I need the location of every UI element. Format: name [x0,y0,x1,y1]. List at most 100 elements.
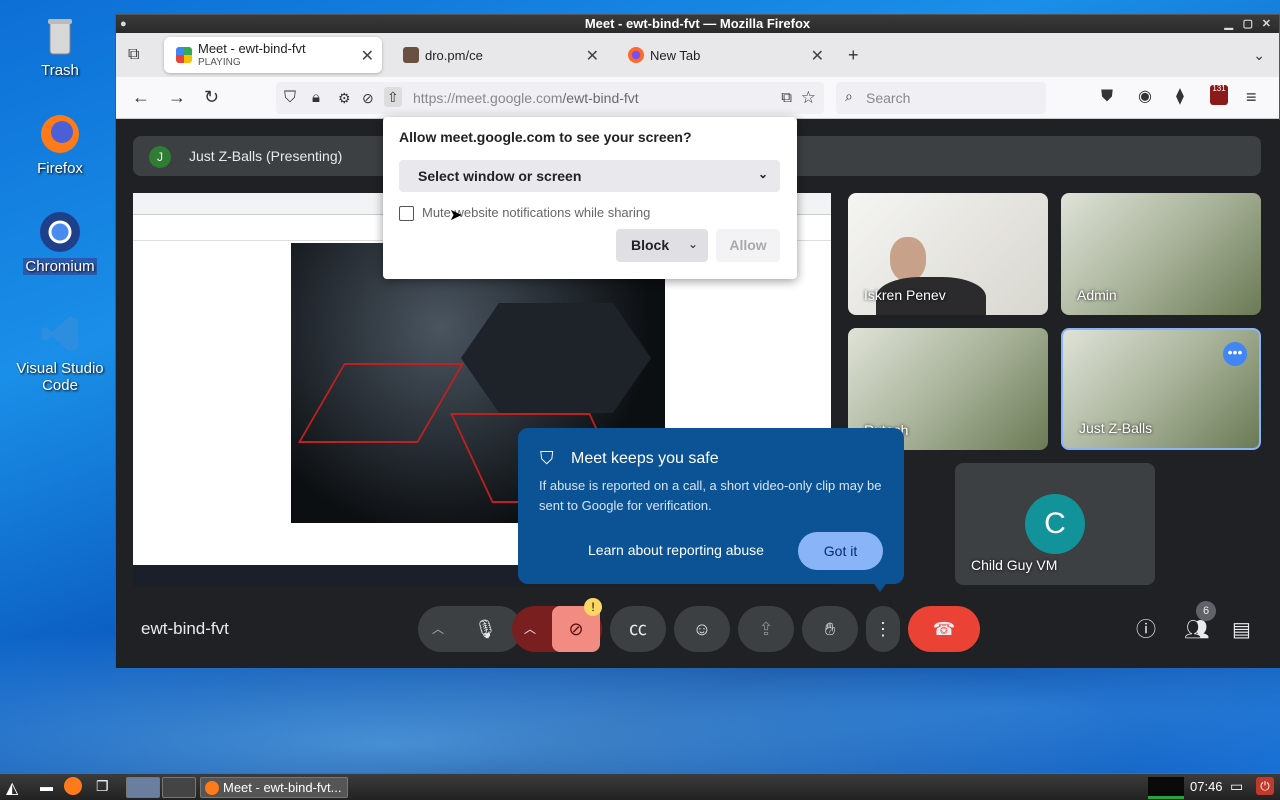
allow-button[interactable]: Allow [716,229,780,262]
minimize-icon[interactable]: ▁ [1225,15,1233,33]
mouse-cursor-icon: ➤ [449,207,463,224]
account-icon[interactable]: ◉ [1138,87,1152,107]
present-screen-icon: ⇪ [758,619,774,639]
start-menu-icon[interactable]: ◭ [6,778,18,798]
firefox-launcher-icon[interactable] [64,777,82,795]
tab-label: New Tab [650,47,701,63]
camera-button[interactable]: ︿ ⊘ ! [512,598,602,652]
permission-question: Allow meet.google.com to see your screen… [399,129,692,145]
url-bar[interactable]: ⛉ 🔒︎ ⚙ ⊘ ⇧ https://meet.google.com/ewt-b… [276,82,824,114]
meet-safety-popup: ⛉ Meet keeps you safe If abuse is report… [518,428,904,592]
tab-label: Meet - ewt-bind-fvt [198,41,306,56]
file-manager-icon[interactable]: ❐ [96,778,109,795]
power-icon[interactable]: ⏻ [1256,777,1274,795]
pocket-icon[interactable]: ⛊ [1101,87,1113,107]
tab-dro[interactable]: dro.pm/ce ✕ [391,37,607,73]
participant-tile[interactable]: Admin [1061,193,1261,315]
show-desktop-icon[interactable]: ▬ [40,779,53,794]
mic-button[interactable]: ︿ 🎙︎ [418,606,522,652]
forward-icon[interactable]: → [168,87,186,107]
scene-line [297,363,465,443]
desktop-icon-trash[interactable]: Trash [8,14,112,79]
extensions-icon[interactable]: ⧫ [1176,87,1184,107]
desktop-icon-chromium[interactable]: Chromium [8,210,112,275]
chevron-down-icon: ⌄ [757,167,768,181]
window-title: Meet - ewt-bind-fvt — Mozilla Firefox [584,16,811,31]
bookmark-star-icon[interactable]: ☆ [801,88,816,108]
hangup-icon: ☎︎ [932,619,956,639]
tab-overview-icon[interactable]: ⧉ [128,45,139,65]
desktop-icon-firefox[interactable]: Firefox [8,112,112,177]
captions-button[interactable]: ㏄ [610,606,666,652]
emoji-button[interactable]: ☺ [674,606,730,652]
close-tab-icon[interactable]: ✕ [811,46,824,66]
camera-options-chevron-icon[interactable]: ︿ [524,606,536,652]
trash-icon [38,14,82,58]
maximize-icon[interactable]: ▢ [1243,15,1253,33]
new-tab-plus-icon[interactable]: + [848,45,859,65]
raise-hand-button[interactable]: ✋︎ [802,606,858,652]
list-tabs-chevron-icon[interactable]: ⌄ [1253,45,1265,65]
participant-face [890,237,926,281]
window-titlebar[interactable]: ● Meet - ewt-bind-fvt — Mozilla Firefox … [116,15,1279,33]
meeting-info-icon[interactable]: ⓘ [1136,620,1156,640]
menu-hamburger-icon[interactable]: ≡ [1246,87,1257,107]
select-window-dropdown[interactable]: Select window or screen ⌄ [399,160,780,192]
back-icon[interactable]: ← [132,87,150,107]
got-it-button[interactable]: Got it [798,532,883,570]
close-window-icon[interactable]: ✕ [1262,15,1271,33]
participant-tile[interactable]: Iskren Penev [848,193,1048,315]
clock: 07:46 [1190,779,1223,794]
taskbar: ◭ ▬ ❐ Meet - ewt-bind-fvt... 07:46 ▭ ⏻ [0,773,1280,800]
mic-options-chevron-icon[interactable]: ︿ [432,606,444,652]
dro-favicon-icon [403,47,419,63]
people-icon[interactable]: 👥︎ [1184,620,1209,640]
firefox-icon [38,112,82,156]
mute-notifications-checkbox[interactable] [399,206,414,221]
tab-playing-label: PLAYING [198,57,241,68]
more-options-icon[interactable]: ••• [1223,342,1247,366]
meeting-code: ewt-bind-fvt [141,619,229,638]
warning-icon: ! [584,598,602,616]
taskbar-task-firefox[interactable]: Meet - ewt-bind-fvt... [200,777,348,798]
desktop-icon-label: Visual Studio Code [16,360,104,394]
workspace-1-button[interactable] [126,777,160,798]
search-input[interactable]: ⌕ Search [836,82,1046,114]
chevron-down-icon[interactable]: ⌄ [688,237,698,251]
lock-icon[interactable]: 🔒︎ [312,88,320,108]
url-text[interactable]: https://meet.google.com/ewt-bind-fvt [413,90,639,106]
participant-name: Admin [1077,287,1117,303]
reload-icon[interactable]: ↻ [204,87,219,107]
shield-icon[interactable]: ⛉ [284,88,296,108]
more-options-button[interactable]: ⋮ [866,606,900,652]
cpu-monitor [1148,777,1184,799]
participant-tile[interactable]: C Child Guy VM [955,463,1155,585]
more-vert-icon: ⋮ [874,619,892,639]
firefox-task-icon [205,781,219,795]
pip-icon[interactable]: ⧉ [781,88,792,108]
close-tab-icon[interactable]: ✕ [586,46,599,66]
network-icon[interactable]: ▭ [1230,778,1243,795]
tab-new[interactable]: New Tab ✕ [616,37,832,73]
meet-controls: ewt-bind-fvt ︿ 🎙︎ ︿ ⊘ ! ㏄ ☺ ⇪ ✋︎ ⋮ ☎︎ ⓘ … [116,598,1280,668]
window-menu-icon[interactable]: ● [120,15,127,33]
tab-bar: ⧉ Meet - ewt-bind-fvt PLAYING ✕ dro.pm/c… [116,33,1279,77]
permissions-icon[interactable]: ⚙ [338,88,351,108]
close-tab-icon[interactable]: ✕ [361,46,374,66]
workspace-2-button[interactable] [162,777,196,798]
ublock-icon[interactable]: 131 [1210,85,1228,105]
learn-reporting-link[interactable]: Learn about reporting abuse [588,542,764,558]
screen-share-permission-dialog: Allow meet.google.com to see your screen… [383,117,797,279]
captions-icon: ㏄ [629,619,647,639]
leave-call-button[interactable]: ☎︎ [908,606,980,652]
present-button[interactable]: ⇪ [738,606,794,652]
screen-share-icon[interactable]: ⇧ [384,87,402,107]
blocked-media-icon[interactable]: ⊘ [362,88,374,108]
chat-icon[interactable]: ▤ [1232,620,1251,640]
vscode-icon [38,312,82,356]
participant-tile-active[interactable]: ••• Just Z-Balls [1061,328,1261,450]
block-button[interactable]: Block ⌄ [616,229,708,262]
desktop-icon-vscode[interactable]: Visual Studio Code [8,312,112,394]
tab-meet[interactable]: Meet - ewt-bind-fvt PLAYING ✕ [164,37,382,73]
participant-name: Child Guy VM [971,557,1058,573]
